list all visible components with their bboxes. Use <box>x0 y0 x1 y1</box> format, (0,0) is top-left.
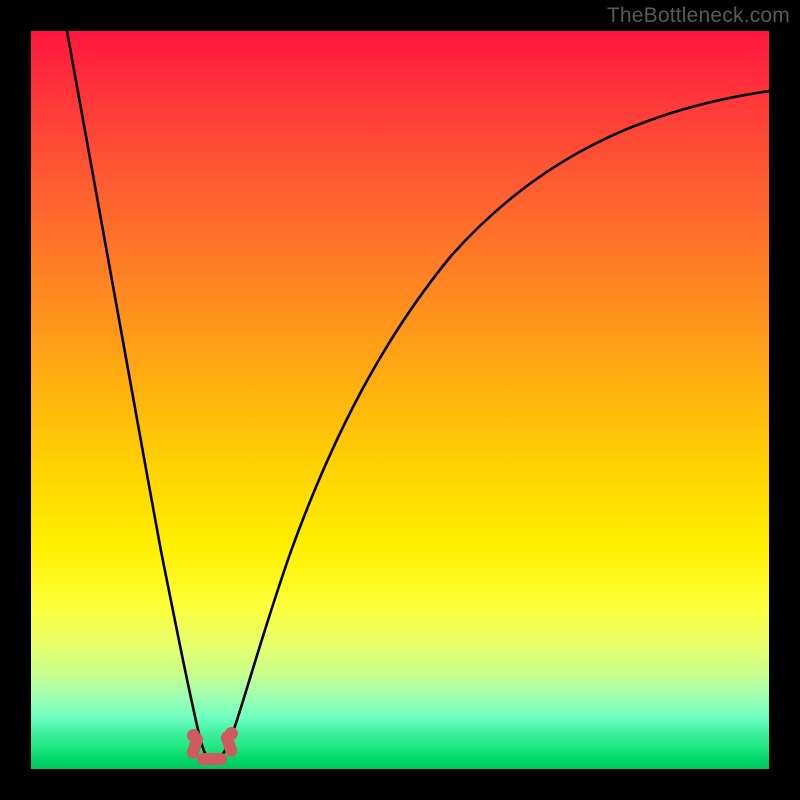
curve-left <box>67 31 213 763</box>
optimum-marker-bottom <box>197 753 227 765</box>
plot-area <box>31 31 769 769</box>
watermark-text: TheBottleneck.com <box>607 4 790 28</box>
optimum-marker-cap-right <box>225 727 238 740</box>
curve-right <box>213 91 769 763</box>
curve-layer <box>31 31 769 769</box>
optimum-marker-cap-left <box>187 729 200 742</box>
chart-frame: TheBottleneck.com <box>0 0 800 800</box>
